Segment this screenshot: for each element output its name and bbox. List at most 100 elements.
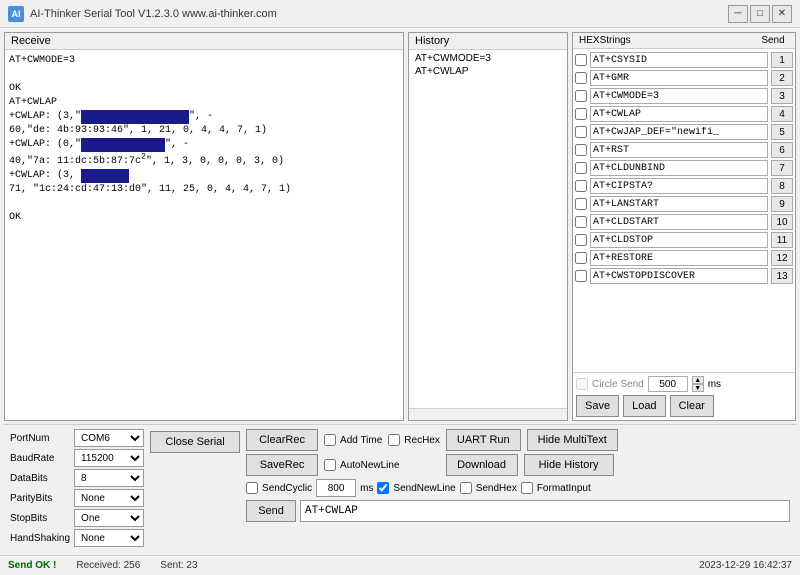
mt-checkbox-9[interactable] <box>575 198 587 210</box>
stop-bits-select[interactable]: One <box>74 509 144 527</box>
mt-send-btn-3[interactable]: 3 <box>771 88 793 104</box>
multitext-header: HEX Strings Send <box>573 33 795 49</box>
mt-send-btn-6[interactable]: 6 <box>771 142 793 158</box>
mt-send-btn-11[interactable]: 11 <box>771 232 793 248</box>
mt-input-9[interactable] <box>590 196 768 212</box>
minimize-button[interactable]: ─ <box>728 5 748 23</box>
mt-input-6[interactable] <box>590 142 768 158</box>
rec-hex-checkbox[interactable] <box>388 434 400 446</box>
parity-bits-select[interactable]: None <box>74 489 144 507</box>
mt-send-btn-13[interactable]: 13 <box>771 268 793 284</box>
add-time-checkbox[interactable] <box>324 434 336 446</box>
auto-newline-checkbox[interactable] <box>324 459 336 471</box>
mt-checkbox-6[interactable] <box>575 144 587 156</box>
maximize-button[interactable]: □ <box>750 5 770 23</box>
col-strings-label: Strings <box>600 35 757 46</box>
mt-send-btn-7[interactable]: 7 <box>771 160 793 176</box>
mt-send-btn-9[interactable]: 9 <box>771 196 793 212</box>
mt-input-10[interactable] <box>590 214 768 230</box>
send-newline-checkbox[interactable] <box>377 482 389 494</box>
ms-spinner: ▲ ▼ <box>692 376 704 392</box>
circle-send-input[interactable] <box>648 376 688 392</box>
history-scrollbar[interactable] <box>409 408 567 420</box>
send-hex-checkbox[interactable] <box>460 482 472 494</box>
hide-history-button[interactable]: Hide History <box>524 454 614 476</box>
mt-checkbox-7[interactable] <box>575 162 587 174</box>
load-button[interactable]: Load <box>623 395 665 417</box>
mt-checkbox-8[interactable] <box>575 180 587 192</box>
mt-checkbox-3[interactable] <box>575 90 587 102</box>
baud-rate-select[interactable]: 115200 <box>74 449 144 467</box>
add-time-label: Add Time <box>340 435 382 446</box>
rec-hex-row: RecHex <box>388 434 440 446</box>
mt-input-7[interactable] <box>590 160 768 176</box>
receive-text[interactable]: AT+CWMODE=3 OK AT+CWLAP +CWLAP: (3," ", … <box>5 50 403 420</box>
send-button[interactable]: Send <box>246 500 296 522</box>
mt-checkbox-4[interactable] <box>575 108 587 120</box>
send-newline-label: SendNewLine <box>393 483 455 494</box>
mt-checkbox-1[interactable] <box>575 54 587 66</box>
mt-send-btn-5[interactable]: 5 <box>771 124 793 140</box>
receive-content: AT+CWMODE=3 OK AT+CWLAP +CWLAP: (3," ", … <box>9 55 291 223</box>
title-bar: AI AI-Thinker Serial Tool V1.2.3.0 www.a… <box>0 0 800 28</box>
mt-checkbox-13[interactable] <box>575 270 587 282</box>
mt-send-btn-10[interactable]: 10 <box>771 214 793 230</box>
multitext-footer-buttons: Save Load Clear <box>576 395 792 417</box>
mt-send-btn-4[interactable]: 4 <box>771 106 793 122</box>
multitext-row: 10 <box>573 213 795 231</box>
close-serial-button[interactable]: Close Serial <box>150 431 240 453</box>
hide-multitext-button[interactable]: Hide MultiText <box>527 429 618 451</box>
mt-input-1[interactable] <box>590 52 768 68</box>
send-input[interactable] <box>300 500 790 522</box>
ms-label: ms <box>708 379 721 390</box>
mt-send-btn-2[interactable]: 2 <box>771 70 793 86</box>
save-rec-button[interactable]: SaveRec <box>246 454 318 476</box>
sent-status: Sent: 23 <box>160 560 197 571</box>
send-cyclic-checkbox[interactable] <box>246 482 258 494</box>
mt-checkbox-12[interactable] <box>575 252 587 264</box>
mt-checkbox-5[interactable] <box>575 126 587 138</box>
close-button[interactable]: ✕ <box>772 5 792 23</box>
datetime-status: 2023-12-29 16:42:37 <box>699 560 792 571</box>
ms-down-arrow[interactable]: ▼ <box>692 384 704 392</box>
multitext-row: 3 <box>573 87 795 105</box>
send-hex-label: SendHex <box>476 483 517 494</box>
download-button[interactable]: Download <box>446 454 518 476</box>
mt-input-5[interactable] <box>590 124 768 140</box>
mt-send-btn-1[interactable]: 1 <box>771 52 793 68</box>
format-input-checkbox[interactable] <box>521 482 533 494</box>
history-item[interactable]: AT+CWLAP <box>411 65 565 78</box>
uart-run-button[interactable]: UART Run <box>446 429 521 451</box>
multitext-rows: 12345678910111213 <box>573 49 795 372</box>
mt-input-3[interactable] <box>590 88 768 104</box>
mt-send-btn-12[interactable]: 12 <box>771 250 793 266</box>
auto-newline-label: AutoNewLine <box>340 460 399 471</box>
send-cyclic-row: SendCyclic <box>246 482 312 494</box>
clear-rec-button[interactable]: ClearRec <box>246 429 318 451</box>
cyclic-ms-input[interactable] <box>316 479 356 497</box>
format-input-label: FormatInput <box>537 483 591 494</box>
mt-checkbox-10[interactable] <box>575 216 587 228</box>
mt-input-11[interactable] <box>590 232 768 248</box>
mt-send-btn-8[interactable]: 8 <box>771 178 793 194</box>
mt-input-12[interactable] <box>590 250 768 266</box>
data-bits-select[interactable]: 8 <box>74 469 144 487</box>
save-button[interactable]: Save <box>576 395 619 417</box>
mt-input-8[interactable] <box>590 178 768 194</box>
mt-input-2[interactable] <box>590 70 768 86</box>
col-send-label: Send <box>757 35 789 46</box>
mt-input-13[interactable] <box>590 268 768 284</box>
port-num-label: PortNum <box>10 433 70 444</box>
ms-up-arrow[interactable]: ▲ <box>692 376 704 384</box>
port-num-select[interactable]: COM6 <box>74 429 144 447</box>
mt-checkbox-2[interactable] <box>575 72 587 84</box>
mt-checkbox-11[interactable] <box>575 234 587 246</box>
bottom-controls: PortNum COM6 BaudRate 115200 DataBits 8 … <box>4 424 796 551</box>
bottom-main: PortNum COM6 BaudRate 115200 DataBits 8 … <box>10 429 790 547</box>
history-item[interactable]: AT+CWMODE=3 <box>411 52 565 65</box>
hand-shaking-select[interactable]: None <box>74 529 144 547</box>
history-list[interactable]: AT+CWMODE=3 AT+CWLAP <box>409 50 567 408</box>
circle-send-checkbox[interactable] <box>576 378 588 390</box>
clear-button[interactable]: Clear <box>670 395 714 417</box>
mt-input-4[interactable] <box>590 106 768 122</box>
